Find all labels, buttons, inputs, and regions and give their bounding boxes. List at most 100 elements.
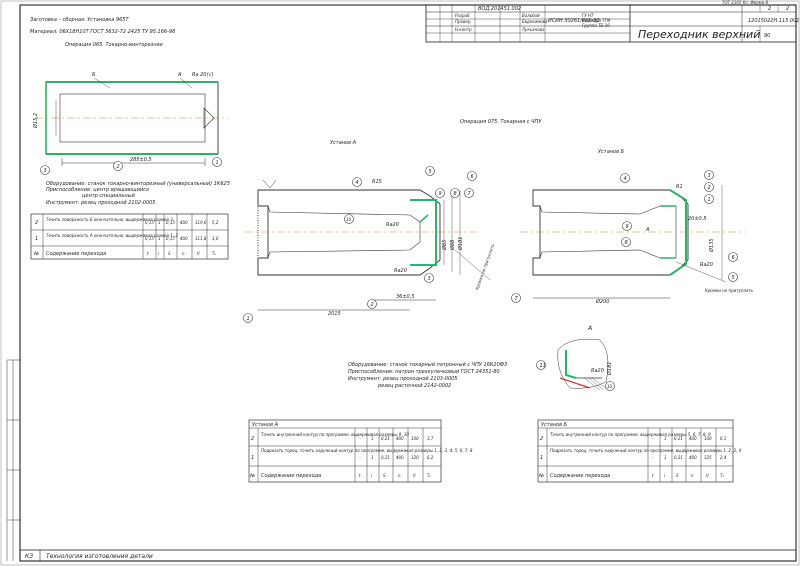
equipment-line: резец расточной 2142-0002	[377, 383, 451, 389]
table-cell: 400	[689, 436, 697, 441]
dimension-label: Ø15,2	[32, 113, 39, 129]
svg-text:2: 2	[117, 164, 120, 170]
equipment-line: Инструмент: резец проходной 2103-0005	[348, 376, 457, 382]
table-cell: Tₒ	[427, 473, 431, 478]
svg-text:9: 9	[439, 191, 442, 197]
svg-text:4: 4	[356, 180, 359, 186]
table-cell: 0,21	[674, 455, 683, 460]
table-cell: №	[249, 473, 255, 479]
table-cell: 400	[689, 455, 697, 460]
table-cell: 119,6	[195, 220, 207, 225]
table-cell: 0,15	[145, 236, 154, 241]
dimension-label: R15	[372, 179, 382, 185]
op065-title: Операция 065. Токарно-винторезная	[65, 42, 163, 48]
table-cell: Подрезать торец, точить наружный контур …	[550, 448, 742, 453]
svg-text:9: 9	[626, 224, 629, 230]
table-cell: №	[538, 473, 544, 479]
surface-letter: Б	[92, 72, 96, 78]
svg-text:4: 4	[624, 176, 627, 182]
person-name: Лукьянова	[521, 27, 545, 32]
quantity: 90	[764, 33, 770, 39]
equipment-line: Оборудование: станок токарный патронный …	[348, 362, 507, 368]
table-cell: 2	[35, 220, 38, 226]
table-cell: V	[197, 251, 200, 256]
table-cell: –	[652, 436, 654, 441]
table-cell: Подрезать торец, точить наружный контур …	[261, 448, 473, 453]
svg-text:1: 1	[247, 316, 250, 322]
table-cell: 125	[704, 455, 712, 460]
svg-text:8: 8	[625, 240, 628, 246]
table-cell: 3,7	[427, 436, 434, 441]
roughness-mark: Ra 20(√)	[192, 72, 214, 78]
drawing-sheet: ТОТ 2105 Кс. Форма 8 2 2 ВОД.201451.002 …	[0, 0, 799, 566]
person-name: Вальбой	[522, 13, 540, 18]
svg-text:6: 6	[732, 255, 735, 261]
table-cell: 3,0	[212, 236, 219, 241]
table-cell: V	[706, 473, 709, 478]
table-cell: Точить внутренний контур по программе, в…	[550, 432, 711, 437]
table-cell: –	[359, 455, 361, 460]
svg-text:5: 5	[429, 169, 432, 175]
table-cell: 1	[251, 455, 254, 461]
equipment-line: Инструмент: резец проходной 2102-0005	[46, 200, 155, 206]
svg-text:1: 1	[216, 160, 219, 166]
dimension-label: Ra20	[591, 368, 604, 374]
view-letter: А	[645, 227, 650, 233]
op075-title: Операция 075. Токарная с ЧПУ	[460, 119, 542, 125]
table-cell: –	[359, 436, 361, 441]
equipment-line: Приспособление: патрон трехкулачковый ГО…	[348, 369, 500, 375]
dimension-label: Ø200	[595, 298, 609, 305]
dimension-label: Ø88	[449, 240, 456, 251]
sheets-count: 2	[786, 6, 789, 12]
table-cell: 0,21	[674, 436, 683, 441]
dimension-label: Ø181	[457, 237, 464, 251]
dimension-label: Ra20	[386, 222, 399, 228]
svg-text:3: 3	[428, 276, 431, 282]
svg-text:10: 10	[346, 217, 352, 222]
role-label: Н.контр.	[455, 27, 473, 32]
table-cell: 0,21	[381, 436, 390, 441]
table-cell: 5,2	[212, 220, 219, 225]
dimension-label: 285±0,5	[130, 157, 152, 163]
svg-text:6: 6	[471, 174, 474, 180]
table-cell: Содержание перехода	[261, 473, 321, 479]
dimension-label: Ra20	[394, 268, 407, 274]
footer-text: Технология изготовления детали	[46, 553, 153, 560]
svg-text:8: 8	[454, 191, 457, 197]
table-cell: Содержание перехода	[550, 473, 610, 479]
equipment-line: центр специальный	[82, 193, 136, 199]
table-cell: 0,21	[381, 455, 390, 460]
table-cell: 1	[158, 236, 161, 241]
drawing-number: ВОД.201451.002	[478, 6, 521, 12]
svg-text:2: 2	[371, 302, 374, 308]
blank-note: Заготовка – сборная. Установка 965Т	[30, 17, 129, 23]
svg-text:3: 3	[44, 168, 47, 174]
table-cell: 1	[158, 220, 161, 225]
role-label: Разраб.	[455, 13, 471, 18]
table-cell: 400	[396, 436, 404, 441]
table-cell: 1	[664, 436, 667, 441]
svg-text:5: 5	[732, 275, 735, 281]
table-cell: №	[33, 251, 39, 257]
dimension-label: Ra20	[700, 262, 713, 268]
surface-letter: А	[177, 72, 182, 78]
dimension-label: Ø135	[708, 239, 715, 253]
table-cell: 6,1	[720, 436, 726, 441]
table-cell: 400	[396, 455, 404, 460]
dimension-label: 20±0,5	[688, 216, 707, 222]
table-cell: 0,15	[166, 220, 175, 225]
table-cell: 6,2	[427, 455, 434, 460]
table-cell: 400	[180, 236, 188, 241]
table-cell: 111,8	[195, 236, 207, 241]
table-caption: Установ Б	[541, 422, 568, 428]
table-cell: 2	[540, 436, 543, 442]
footer-code: КЗ	[25, 553, 33, 560]
dimension-label: Ø181	[606, 362, 613, 376]
table-cell: 0,15	[145, 220, 154, 225]
table-cell: V	[413, 473, 416, 478]
table-caption: Установ А	[252, 422, 279, 428]
svg-text:10: 10	[607, 384, 613, 389]
table-cell: 100	[411, 436, 419, 441]
svg-text:3: 3	[708, 173, 711, 179]
table-cell: 100	[704, 436, 712, 441]
